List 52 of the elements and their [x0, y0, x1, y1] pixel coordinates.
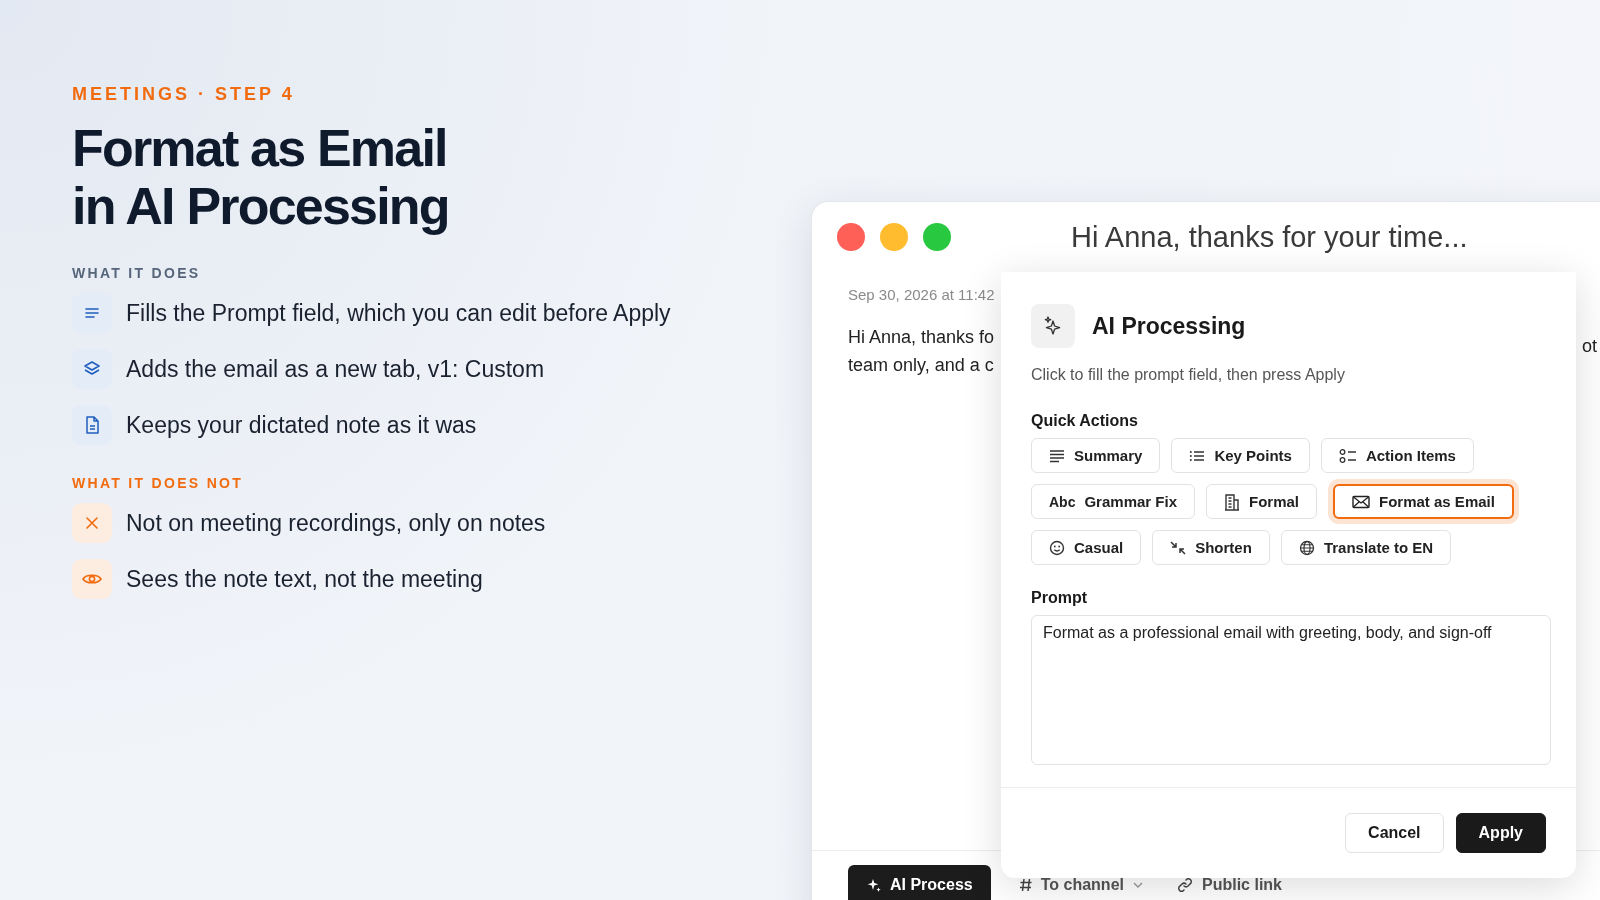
note-text: Hi Anna, thanks fo — [848, 326, 995, 349]
page-heading: Format as Email in AI Processing — [72, 119, 450, 235]
field-label: Prompt — [1031, 589, 1088, 607]
quick-action-chip[interactable]: Casual — [1031, 530, 1142, 565]
limitation-text: Sees the note text, not the meeting — [126, 565, 483, 593]
feature-text: Adds the email as a new tab, v1: Custom — [126, 355, 545, 383]
note-date: Sep 30, 2026 at 11:42 — [848, 286, 996, 303]
limitation-text: Not on meeting recordings, only on notes — [126, 509, 546, 537]
smiley-icon — [1049, 539, 1065, 556]
checklist-icon — [1338, 447, 1357, 464]
ai-process-button[interactable]: AI Process — [848, 865, 991, 900]
window-title: Hi Anna, thanks for your time... — [1071, 220, 1468, 254]
zoom-button[interactable] — [923, 223, 951, 251]
cross-icon — [72, 503, 112, 543]
document-icon — [72, 405, 112, 445]
chevron-down-icon — [1132, 881, 1144, 889]
shrink-icon — [1170, 539, 1187, 556]
abc-label: Abc — [1049, 493, 1076, 510]
building-icon — [1224, 492, 1240, 511]
list-icon — [1189, 448, 1206, 463]
hash-icon — [1018, 877, 1033, 893]
lines-icon — [1049, 448, 1065, 463]
section-label: Quick Actions — [1031, 412, 1139, 430]
apply-button[interactable]: Apply — [1455, 813, 1546, 853]
quick-action-chip[interactable]: Abc Grammar Fix — [1031, 484, 1195, 519]
quick-action-chip[interactable]: Key Points — [1171, 438, 1310, 473]
feature-text: Fills the Prompt field, which you can edit before Apply — [126, 299, 671, 327]
note-text: ot — [1582, 336, 1597, 357]
section-heading: WHAT IT DOES NOT — [72, 475, 245, 491]
sparkle-icon — [1031, 304, 1075, 348]
dialog-subtitle: Click to fill the prompt field, then press Apply — [1031, 366, 1346, 384]
mail-icon — [1352, 494, 1370, 509]
quick-action-chip[interactable]: Shorten — [1152, 530, 1270, 565]
eye-icon — [72, 559, 112, 599]
section-heading: WHAT IT DOES — [72, 265, 202, 281]
close-button[interactable] — [837, 223, 865, 251]
globe-icon — [1298, 539, 1315, 556]
dialog-title: AI Processing — [1092, 312, 1246, 340]
quick-action-chip[interactable]: Formal — [1206, 484, 1317, 519]
cancel-button[interactable]: Cancel — [1345, 813, 1444, 853]
layers-icon — [72, 349, 112, 389]
note-text: team only, and a c — [848, 354, 994, 377]
feature-text: Keeps your dictated note as it was — [126, 411, 477, 439]
link-icon — [1176, 876, 1194, 894]
quick-action-chip[interactable]: Action Items — [1320, 438, 1474, 473]
public-link-button[interactable]: Public link — [1172, 876, 1286, 894]
prompt-field[interactable]: Format as a professional email with greeting, body, and sign-off — [1031, 615, 1551, 765]
quick-action-chip[interactable]: Translate to EN — [1280, 530, 1452, 565]
minimize-button[interactable] — [880, 223, 908, 251]
quick-action-chip[interactable]: Summary — [1031, 438, 1161, 473]
lines-icon — [72, 293, 112, 333]
step-label: MEETINGS · STEP 4 — [72, 84, 296, 105]
